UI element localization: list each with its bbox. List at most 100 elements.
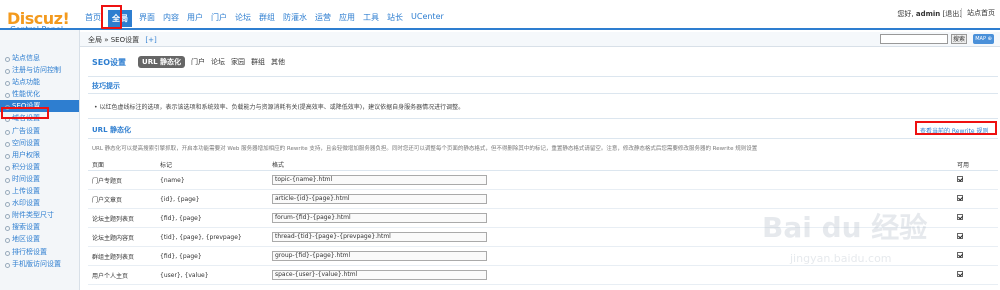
map-button[interactable]: MAP ⊕: [973, 34, 994, 44]
format-input[interactable]: group-{fid}-{page}.html: [272, 251, 487, 261]
top-nav: 首页 全局 界面 内容 用户 门户 论坛 群组 防灌水 运营 应用 工具 站长 …: [84, 10, 445, 27]
sidebar-item-ranking[interactable]: 排行榜设置: [0, 246, 79, 258]
rewrite-highlight-box: [915, 121, 997, 135]
row-enabled-cell: [953, 176, 998, 184]
search-button[interactable]: 搜索: [951, 34, 967, 44]
nav-users[interactable]: 用户: [186, 10, 204, 27]
top-header: Discuz! Control Panel 首页 全局 界面 内容 用户 门户 …: [0, 0, 1000, 34]
enabled-checkbox[interactable]: [957, 271, 963, 277]
enabled-checkbox[interactable]: [957, 233, 963, 239]
nav-home[interactable]: 首页: [84, 10, 102, 27]
tab-forum[interactable]: 论坛: [211, 57, 225, 67]
nav-antispam[interactable]: 防灌水: [282, 10, 308, 27]
sidebar-item-upload[interactable]: 上传设置: [0, 185, 79, 197]
row-tags: {fid}, {page}: [160, 214, 202, 222]
row-enabled-cell: [953, 252, 998, 260]
site-home-link[interactable]: 站点首页: [961, 8, 995, 18]
nav-webmaster[interactable]: 站长: [386, 10, 404, 27]
nav-operations[interactable]: 运营: [314, 10, 332, 27]
enabled-checkbox[interactable]: [957, 176, 963, 182]
sidebar-item-register-access[interactable]: 注册与访问控制: [0, 64, 79, 76]
col-format: 格式: [272, 162, 285, 169]
sidebar-item-attachment-types[interactable]: 附件类型尺寸: [0, 209, 79, 221]
row-enabled-cell: [953, 233, 998, 241]
sidebar-item-region[interactable]: 地区设置: [0, 233, 79, 245]
nav-group[interactable]: 群组: [258, 10, 276, 27]
format-input[interactable]: forum-{fid}-{page}.html: [272, 213, 487, 223]
sidebar-highlight-box: [1, 107, 49, 119]
sidebar-item-search[interactable]: 搜索设置: [0, 221, 79, 233]
tab-url-static[interactable]: URL 静态化: [138, 56, 186, 68]
user-info: 您好, admin [退出]: [897, 9, 962, 19]
row-tags: {fid}, {page}: [160, 252, 202, 260]
divider: [88, 76, 998, 77]
page-title: SEO设置: [92, 57, 127, 67]
row-tags: {tid}, {page}, {prevpage}: [160, 233, 242, 241]
tab-group[interactable]: 群组: [251, 57, 265, 67]
sidebar-item-space[interactable]: 空间设置: [0, 137, 79, 149]
divider: [88, 118, 998, 119]
table-header: 页面 标记 格式 可用: [88, 160, 998, 171]
row-page: 用户个人主页: [92, 272, 129, 280]
nav-tools[interactable]: 工具: [362, 10, 380, 27]
tips-text: • 以红色虚线标注的选项，表示该选项和系统效率、负载能力与资源消耗有关(提高效率…: [94, 104, 465, 111]
col-tags: 标记: [160, 162, 173, 169]
sidebar-item-site-info[interactable]: 站点信息: [0, 52, 79, 64]
tips-heading: 技巧提示: [92, 82, 120, 90]
row-page: 论坛主题内容页: [92, 234, 135, 242]
nav-forum[interactable]: 论坛: [234, 10, 252, 27]
format-input[interactable]: space-{user}-{value}.html: [272, 270, 487, 280]
nav-ucenter[interactable]: UCenter: [410, 10, 445, 27]
section-title: URL 静态化: [92, 126, 131, 134]
nav-content[interactable]: 内容: [162, 10, 180, 27]
logout-link[interactable]: [退出]: [943, 10, 962, 18]
row-tags: {name}: [160, 176, 185, 184]
divider: [88, 138, 998, 139]
breadcrumb-bar: 全局 » SEO设置 [+] 搜索 MAP ⊕: [80, 32, 1000, 47]
tab-other[interactable]: 其他: [271, 57, 285, 67]
enabled-checkbox[interactable]: [957, 252, 963, 258]
section-description: URL 静态化可以提高搜索引擎抓取，开启本功能需要对 Web 服务器增加相应的 …: [92, 146, 758, 152]
row-page: 群组主题列表页: [92, 253, 135, 261]
nav-portal[interactable]: 门户: [210, 10, 228, 27]
enabled-checkbox[interactable]: [957, 214, 963, 220]
tab-portal[interactable]: 门户: [191, 57, 205, 67]
row-enabled-cell: [953, 195, 998, 203]
sidebar: 站点信息 注册与访问控制 站点功能 性能优化 SEO设置 域名设置 广告设置 空…: [0, 30, 80, 290]
nav-highlight-box: [101, 5, 122, 29]
baidu-jingyan-watermark: Bai du 经验 jingyan.baidu.com: [738, 200, 938, 280]
watermark-url: jingyan.baidu.com: [790, 252, 892, 265]
breadcrumb: 全局 » SEO设置 [+]: [88, 35, 157, 45]
col-page: 页面: [92, 162, 105, 169]
format-input[interactable]: article-{id}-{page}.html: [272, 194, 487, 204]
tab-home[interactable]: 家园: [231, 57, 245, 67]
seo-tabs: SEO设置 URL 静态化 门户 论坛 家园 群组 其他: [92, 56, 285, 68]
row-tags: {user}, {value}: [160, 271, 209, 279]
row-page: 门户专题页: [92, 177, 123, 185]
nav-interface[interactable]: 界面: [138, 10, 156, 27]
row-enabled-cell: [953, 214, 998, 222]
add-shortcut-link[interactable]: [+]: [145, 36, 156, 44]
format-input[interactable]: thread-{tid}-{page}-{prevpage}.html: [272, 232, 487, 242]
watermark-text: Bai du 经验: [762, 211, 928, 244]
greeting: 您好,: [897, 10, 914, 18]
sidebar-item-watermark[interactable]: 水印设置: [0, 197, 79, 209]
enabled-checkbox[interactable]: [957, 195, 963, 201]
sidebar-item-performance[interactable]: 性能优化: [0, 88, 79, 100]
format-input[interactable]: topic-{name}.html: [272, 175, 487, 185]
sidebar-item-user-permissions[interactable]: 用户权限: [0, 149, 79, 161]
row-enabled-cell: [953, 271, 998, 279]
table-row: 门户专题页 {name} topic-{name}.html: [88, 171, 998, 190]
row-page: 门户文章页: [92, 196, 123, 204]
divider: [88, 93, 998, 94]
row-page: 论坛主题列表页: [92, 215, 135, 223]
sidebar-item-mobile[interactable]: 手机版访问设置: [0, 258, 79, 270]
breadcrumb-text: 全局 » SEO设置: [88, 36, 140, 44]
search-input[interactable]: [880, 34, 948, 44]
sidebar-item-credits[interactable]: 积分设置: [0, 161, 79, 173]
username: admin: [915, 10, 941, 18]
sidebar-item-ads[interactable]: 广告设置: [0, 125, 79, 137]
sidebar-item-time[interactable]: 时间设置: [0, 173, 79, 185]
sidebar-item-site-features[interactable]: 站点功能: [0, 76, 79, 88]
nav-apps[interactable]: 应用: [338, 10, 356, 27]
